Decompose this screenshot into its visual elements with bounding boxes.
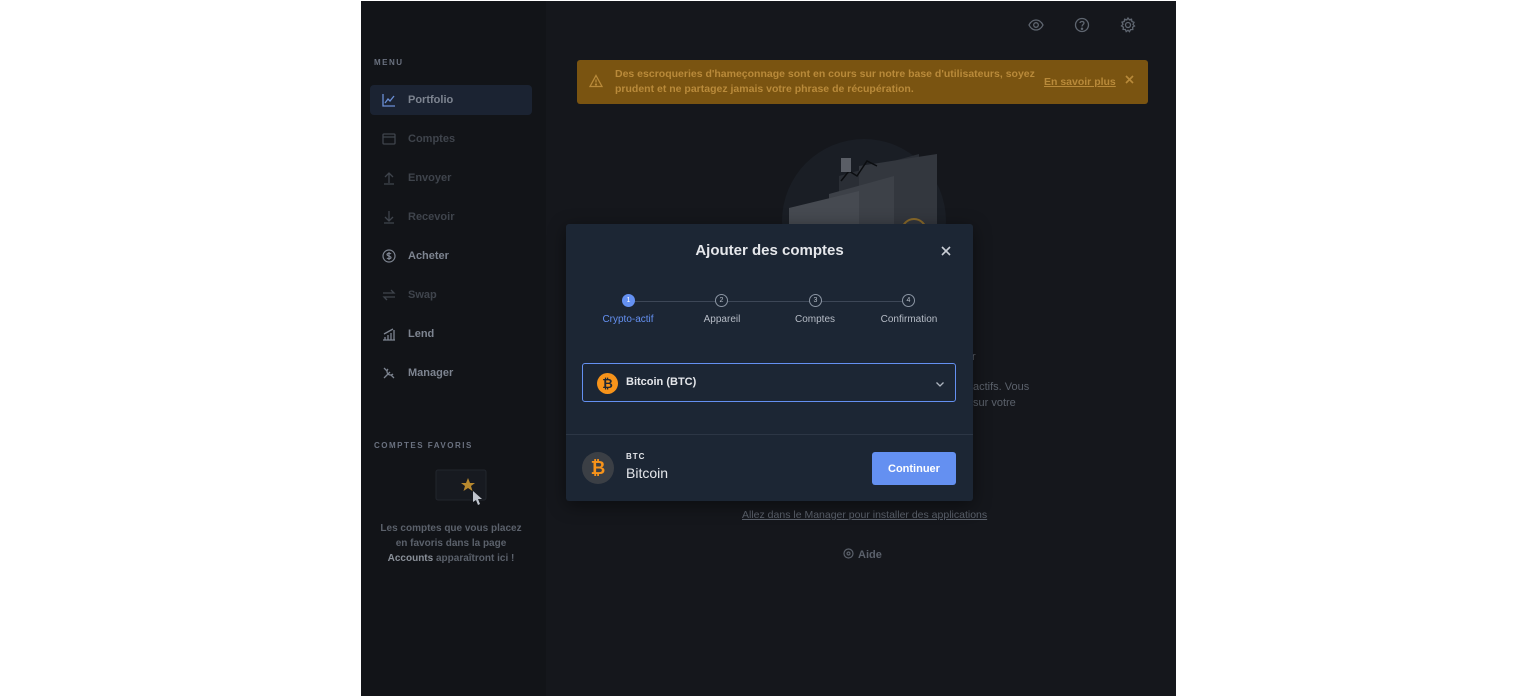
eye-icon[interactable]	[1027, 16, 1045, 34]
banner-text: Des escroqueries d'hameçonnage sont en c…	[615, 68, 1035, 95]
sidebar-item-portfolio[interactable]: Portfolio	[370, 85, 532, 115]
help-icon[interactable]	[1073, 16, 1091, 34]
learn-more-link[interactable]: En savoir plus	[1044, 76, 1116, 88]
modal-divider	[566, 434, 973, 435]
sidebar-item-manager[interactable]: Manager	[370, 358, 532, 388]
step-2-label: Appareil	[703, 314, 741, 325]
selected-ticker: BTC	[626, 452, 646, 461]
selected-currency-name: Bitcoin	[626, 465, 669, 481]
sidebar-item-label: Portfolio	[408, 94, 454, 106]
favorites-title: COMPTES FAVORIS	[374, 441, 473, 450]
continue-button[interactable]: Continuer	[872, 452, 956, 485]
favorites-empty-text: Les comptes que vous placez en favoris d…	[376, 521, 526, 566]
sidebar-item-label: Manager	[408, 367, 454, 379]
stepper-line	[634, 301, 909, 302]
tools-icon	[381, 365, 397, 381]
close-icon[interactable]	[938, 243, 954, 259]
sidebar-item-label: Swap	[408, 289, 437, 301]
step-2-dot: 2	[715, 294, 728, 307]
step-3-dot: 3	[809, 294, 822, 307]
sidebar-item-recevoir[interactable]: Recevoir	[370, 202, 532, 232]
manager-install-link[interactable]: Allez dans le Manager pour installer des…	[742, 509, 987, 521]
step-1-dot: 1	[622, 294, 635, 307]
sidebar-item-label: Recevoir	[408, 211, 455, 223]
banner-close-icon[interactable]	[1124, 74, 1135, 88]
sidebar-item-label: Lend	[408, 328, 435, 340]
chevron-down-icon	[934, 377, 946, 389]
sidebar-item-label: Comptes	[408, 133, 456, 145]
favorites-text-accounts: Accounts	[387, 553, 434, 564]
background-text-fragment: actifs. Vous	[973, 381, 1030, 393]
bitcoin-icon: ₿	[582, 452, 614, 484]
arrow-up-icon	[381, 170, 397, 186]
step-4-dot: 4	[902, 294, 915, 307]
warning-icon	[588, 74, 604, 91]
favorites-text-part: Les comptes que vous placez en favoris d…	[380, 523, 522, 549]
help-circle-icon	[843, 548, 854, 562]
bitcoin-icon: ₿	[597, 373, 618, 394]
favorites-illustration	[434, 469, 488, 505]
sidebar-item-envoyer[interactable]: Envoyer	[370, 163, 532, 193]
sidebar-item-label: Acheter	[408, 250, 449, 262]
step-4-label: Confirmation	[880, 314, 938, 325]
sidebar-item-acheter[interactable]: Acheter	[370, 241, 532, 271]
sidebar: MENU Portfolio Comptes Envoyer Recevoir	[361, 1, 546, 696]
step-3-label: Comptes	[794, 314, 835, 325]
crypto-select[interactable]: ₿ Bitcoin (BTC)	[582, 363, 956, 402]
modal-title: Ajouter des comptes	[695, 242, 844, 259]
phishing-warning-banner: Des escroqueries d'hameçonnage sont en c…	[577, 60, 1148, 104]
add-accounts-modal: Ajouter des comptes 1 2 3 4 Crypto-actif…	[566, 224, 973, 501]
sidebar-item-swap[interactable]: Swap	[370, 280, 532, 310]
dollar-circle-icon	[381, 248, 397, 264]
sidebar-item-label: Envoyer	[408, 172, 452, 184]
chart-line-icon	[381, 92, 397, 108]
swap-icon	[381, 287, 397, 303]
sidebar-item-lend[interactable]: Lend	[370, 319, 532, 349]
lend-chart-icon	[381, 326, 397, 342]
help-button[interactable]: Aide	[843, 548, 882, 562]
settings-icon[interactable]	[1119, 16, 1137, 34]
background-text-fragment: sur votre	[973, 397, 1016, 409]
favorites-text-part: apparaîtront ici !	[435, 553, 515, 564]
portfolio-empty-illustration	[779, 136, 949, 303]
arrow-down-icon	[381, 209, 397, 225]
crypto-select-value: Bitcoin (BTC)	[626, 376, 697, 388]
wallet-icon	[381, 131, 397, 147]
help-label: Aide	[858, 549, 882, 561]
sidebar-item-comptes[interactable]: Comptes	[370, 124, 532, 154]
step-1-label: Crypto-actif	[602, 314, 654, 325]
menu-title: MENU	[374, 58, 404, 67]
